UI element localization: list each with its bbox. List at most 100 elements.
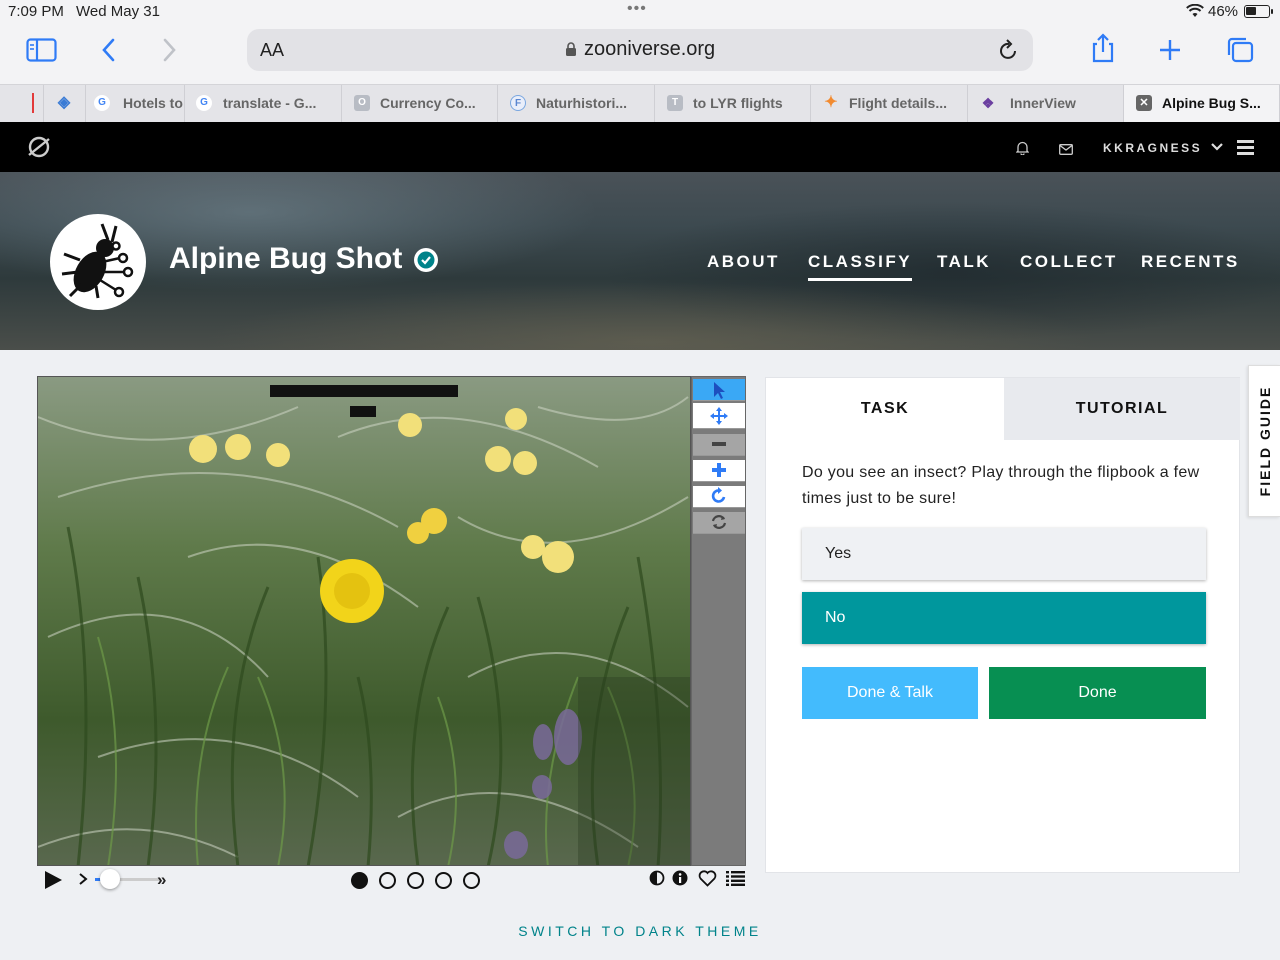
contrast-icon[interactable] — [649, 870, 665, 891]
text-size-button[interactable]: AA — [260, 40, 284, 61]
task-question: Do you see an insect? Play through the f… — [802, 464, 1200, 507]
sparkle-icon: ✦ — [824, 94, 838, 111]
project-avatar[interactable] — [50, 214, 146, 310]
nav-talk[interactable]: TALK — [937, 252, 991, 272]
zoom-in-button[interactable] — [693, 460, 745, 482]
zoom-out-button[interactable] — [693, 434, 745, 456]
tab-4[interactable]: O Currency Co... — [342, 85, 498, 122]
letter-f-icon: F — [510, 95, 526, 111]
close-tab-icon[interactable]: ✕ — [1136, 95, 1152, 111]
tab-8[interactable]: ❖ InnerView — [968, 85, 1124, 122]
hamburger-menu-icon[interactable] — [1237, 140, 1254, 160]
tab-3[interactable]: G translate - G... — [185, 85, 342, 122]
new-tab-icon[interactable] — [1159, 39, 1181, 66]
project-header: Alpine Bug Shot ABOUT CLASSIFY TALK COLL… — [0, 172, 1280, 350]
play-icon[interactable] — [43, 870, 63, 895]
google-icon: G — [94, 95, 110, 111]
tab-label: InnerView — [1010, 95, 1076, 111]
info-icon[interactable] — [672, 870, 688, 891]
messages-icon[interactable] — [1059, 142, 1073, 160]
status-date: Wed May 31 — [76, 3, 160, 20]
forward-icon[interactable] — [163, 38, 177, 67]
zooniverse-logo-icon[interactable] — [27, 135, 51, 164]
bug-logo-icon — [61, 223, 134, 299]
favorite-heart-icon[interactable] — [698, 870, 717, 892]
task-panel: TASK TUTORIAL Do you see an insect? Play… — [765, 377, 1240, 873]
plus-icon — [712, 463, 726, 477]
subject-image[interactable] — [37, 376, 691, 866]
chevron-down-icon — [1211, 143, 1223, 151]
tab-2[interactable]: G Hotels to — [86, 85, 185, 122]
answer-no[interactable]: No — [802, 592, 1206, 644]
answer-yes[interactable]: Yes — [802, 528, 1206, 580]
frame-dot-5[interactable] — [463, 872, 480, 889]
step-forward-icon[interactable] — [78, 872, 88, 891]
pan-tool[interactable] — [693, 403, 745, 429]
verified-badge-icon — [414, 248, 438, 272]
reset-icon — [711, 515, 727, 529]
rotate-icon — [711, 487, 726, 503]
url-text: zooniverse.org — [584, 38, 716, 60]
image-tools — [691, 376, 746, 866]
done-button[interactable]: Done — [989, 667, 1206, 719]
tab-label: Flight details... — [849, 95, 948, 111]
frame-dot-1[interactable] — [351, 872, 368, 889]
sidebar-toggle-icon[interactable] — [26, 38, 57, 67]
lock-icon — [565, 42, 577, 56]
field-guide-label: FIELD GUIDE — [1256, 385, 1273, 497]
tab-label: translate - G... — [223, 95, 317, 111]
address-bar[interactable]: AA zooniverse.org — [247, 29, 1033, 71]
tab-5[interactable]: F Naturhistori... — [498, 85, 655, 122]
battery-percent: 46% — [1208, 3, 1239, 20]
tab-label: Alpine Bug S... — [1162, 95, 1261, 111]
pointer-icon — [714, 382, 725, 399]
tab-label: Currency Co... — [380, 95, 476, 111]
user-menu[interactable]: KKRAGNESS — [1103, 141, 1223, 155]
tab-1[interactable]: ◈ — [44, 85, 86, 122]
done-and-talk-button[interactable]: Done & Talk — [802, 667, 978, 719]
frame-dot-3[interactable] — [407, 872, 424, 889]
tab-label: Naturhistori... — [536, 95, 628, 111]
multitasking-dots-icon[interactable]: ••• — [627, 0, 647, 18]
nav-collect[interactable]: COLLECT — [1020, 252, 1118, 272]
tab-7[interactable]: ✦ Flight details... — [811, 85, 968, 122]
browser-toolbar: AA zooniverse.org — [0, 24, 1280, 84]
back-icon[interactable] — [101, 38, 115, 67]
fast-forward-icon[interactable]: » — [157, 870, 166, 890]
tab-0[interactable] — [0, 85, 44, 122]
notifications-icon[interactable] — [1015, 140, 1030, 160]
tab-active[interactable]: ✕ Alpine Bug S... — [1124, 85, 1280, 122]
nav-recents[interactable]: RECENTS — [1141, 252, 1240, 272]
share-icon[interactable] — [1091, 33, 1115, 68]
reset-button[interactable] — [693, 512, 745, 534]
minus-icon — [712, 442, 726, 446]
frame-dot-4[interactable] — [435, 872, 452, 889]
bookmark-marker — [32, 93, 34, 113]
timestamp-overlay-year — [350, 406, 376, 417]
collections-list-icon[interactable] — [726, 870, 745, 891]
field-guide-tab[interactable]: FIELD GUIDE — [1248, 365, 1280, 517]
rotate-button[interactable] — [693, 486, 745, 508]
nav-classify[interactable]: CLASSIFY — [808, 252, 913, 281]
reload-icon[interactable] — [999, 39, 1019, 66]
speed-slider[interactable] — [100, 869, 120, 889]
move-icon — [710, 407, 728, 425]
wifi-icon — [1186, 3, 1204, 22]
google-icon: G — [196, 95, 212, 111]
timestamp-overlay — [270, 385, 458, 397]
annotate-tool[interactable] — [693, 379, 745, 401]
nav-about[interactable]: ABOUT — [707, 252, 780, 272]
tab-tutorial[interactable]: TUTORIAL — [1004, 378, 1240, 440]
diamond-icon: ◈ — [57, 94, 71, 111]
username: KKRAGNESS — [1103, 141, 1203, 155]
project-title: Alpine Bug Shot — [169, 242, 403, 275]
battery-icon — [1244, 5, 1273, 18]
tab-task[interactable]: TASK — [766, 378, 1004, 440]
status-time: 7:09 PM — [8, 3, 64, 20]
tab-strip: ◈ G Hotels to G translate - G... O Curre… — [0, 84, 1280, 122]
frame-dot-2[interactable] — [379, 872, 396, 889]
tab-overview-icon[interactable] — [1226, 37, 1254, 68]
meadow-photo — [38, 377, 690, 865]
switch-theme-link[interactable]: SWITCH TO DARK THEME — [0, 923, 1280, 939]
tab-6[interactable]: T to LYR flights — [655, 85, 811, 122]
